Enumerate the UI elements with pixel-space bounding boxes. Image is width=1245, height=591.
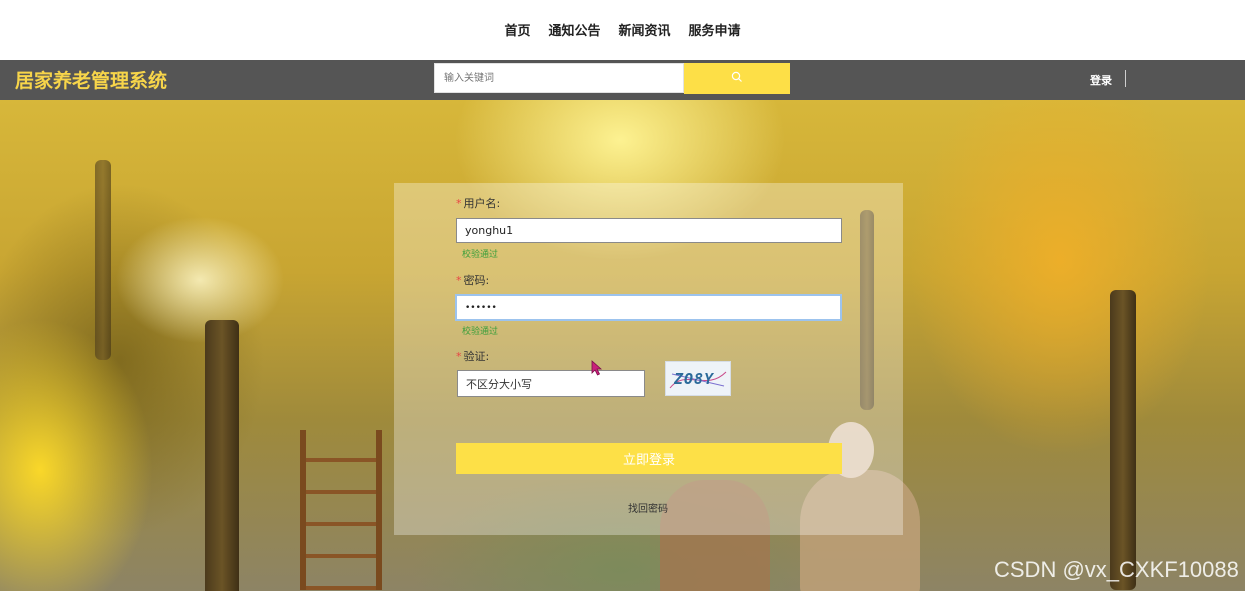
tree-trunk bbox=[1110, 290, 1136, 590]
nav-item-home[interactable]: 首页 bbox=[504, 20, 530, 39]
captcha-input[interactable]: 不区分大小写 bbox=[457, 370, 645, 397]
mouse-cursor-icon bbox=[591, 360, 603, 380]
watermark: CSDN @vx_CXKF10088 bbox=[994, 557, 1239, 582]
nav-item-notices[interactable]: 通知公告 bbox=[548, 20, 600, 39]
password-label-text: 密码: bbox=[463, 274, 490, 287]
required-marker: * bbox=[456, 350, 462, 363]
tree-trunk bbox=[205, 320, 239, 591]
password-input[interactable]: •••••• bbox=[455, 294, 842, 321]
username-input[interactable]: yonghu1 bbox=[456, 218, 842, 243]
captcha-text: ZO8Y bbox=[673, 370, 714, 388]
header-login-link[interactable]: 登录 bbox=[1090, 72, 1112, 88]
tree-trunk bbox=[95, 160, 111, 360]
password-valid-hint: 校验通过 bbox=[462, 327, 499, 337]
password-label: * 密码: bbox=[456, 272, 489, 288]
username-label-text: 用户名: bbox=[463, 197, 501, 210]
wooden-fence bbox=[300, 430, 382, 590]
top-navigation: 首页 通知公告 新闻资讯 服务申请 bbox=[0, 0, 1245, 60]
captcha-label-text: 验证: bbox=[463, 350, 490, 363]
site-title: 居家养老管理系统 bbox=[15, 70, 168, 92]
search-icon bbox=[731, 71, 743, 86]
search-input[interactable] bbox=[434, 63, 684, 93]
search-button[interactable] bbox=[684, 63, 790, 94]
required-marker: * bbox=[456, 274, 462, 287]
nav-item-news[interactable]: 新闻资讯 bbox=[619, 20, 671, 39]
required-marker: * bbox=[456, 197, 462, 210]
nav-item-service-request[interactable]: 服务申请 bbox=[689, 20, 741, 39]
username-valid-hint: 校验通过 bbox=[462, 250, 499, 260]
forgot-password-link[interactable]: 找回密码 bbox=[628, 500, 668, 515]
header-divider bbox=[1125, 70, 1126, 87]
captcha-image[interactable]: ZO8Y bbox=[665, 361, 731, 396]
header-bar: 居家养老管理系统 登录 bbox=[0, 60, 1245, 100]
login-submit-button[interactable]: 立即登录 bbox=[456, 443, 842, 474]
username-label: * 用户名: bbox=[456, 195, 500, 211]
captcha-label: * 验证: bbox=[456, 348, 489, 364]
